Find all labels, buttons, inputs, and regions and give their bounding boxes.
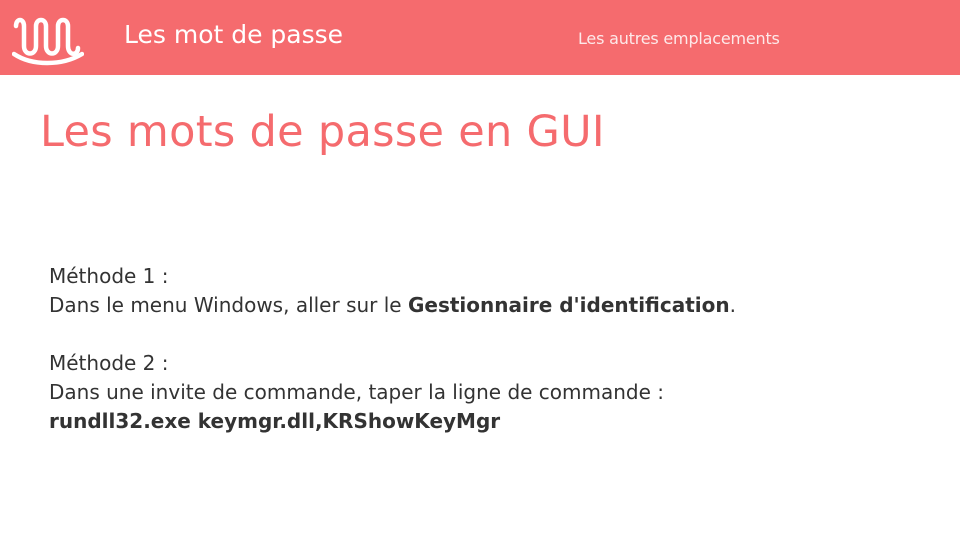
method-1-text-end: . bbox=[729, 293, 736, 317]
wavy-line-logo-icon bbox=[12, 17, 84, 66]
section-title: Les mot de passe bbox=[124, 20, 344, 49]
credential-manager-name: Gestionnaire d'identification bbox=[407, 293, 730, 317]
method-2-text: Dans une invite de commande, taper la li… bbox=[49, 380, 665, 404]
slide: Les mot de passe Les autres emplacements… bbox=[0, 0, 960, 540]
method-2-label: Méthode 2 : bbox=[49, 351, 169, 375]
method-1-label: Méthode 1 : bbox=[49, 264, 169, 288]
page-title: Les mots de passe en GUI bbox=[40, 107, 605, 157]
slide-body: Méthode 1 : Dans le menu Windows, aller … bbox=[49, 262, 929, 436]
command-line: rundll32.exe keymgr.dll,KRShowKeyMgr bbox=[49, 409, 501, 433]
header-bar: Les mot de passe Les autres emplacements bbox=[0, 0, 960, 75]
other-locations-link[interactable]: Les autres emplacements bbox=[578, 29, 780, 48]
method-1-text-start: Dans le menu Windows, aller sur le bbox=[49, 293, 408, 317]
method-1-text: Dans le menu Windows, aller sur le Gesti… bbox=[49, 291, 929, 320]
